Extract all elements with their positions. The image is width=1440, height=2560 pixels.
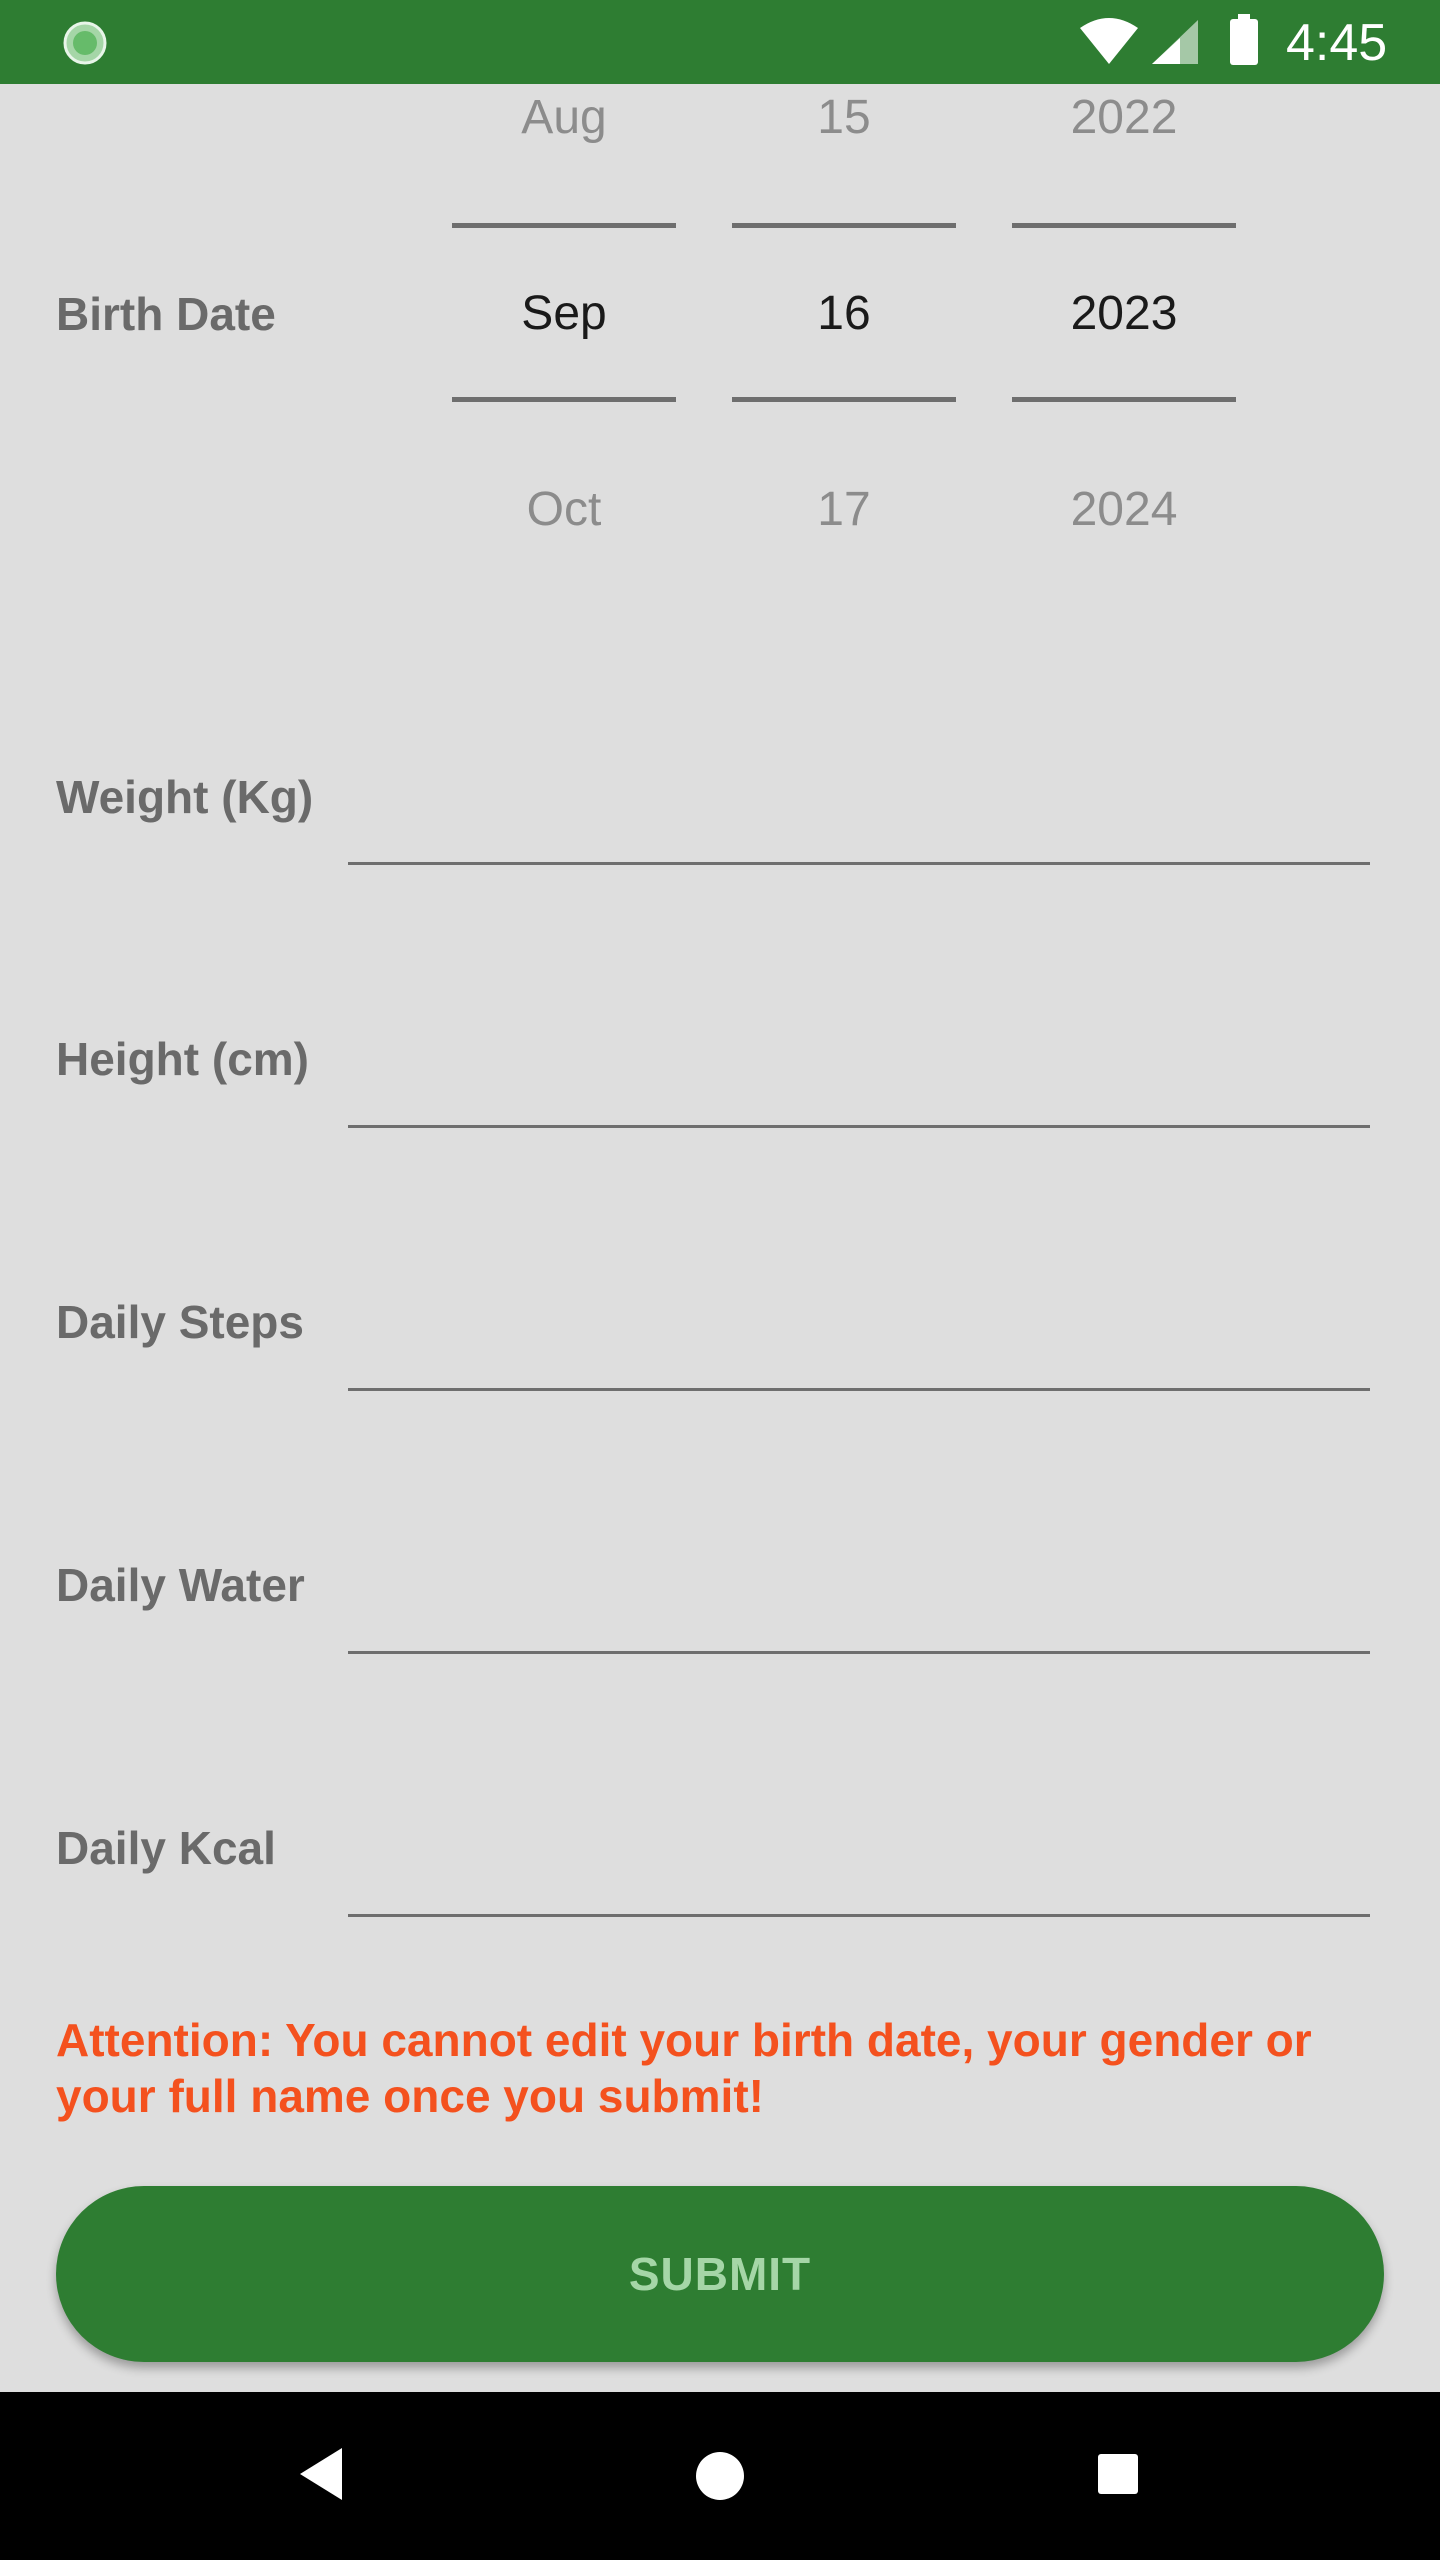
year-spinner[interactable]: 2022 2023 2024 [1012,84,1236,584]
year-selected[interactable]: 2023 [1012,286,1236,342]
daily-steps-input[interactable] [348,1307,1370,1387]
day-selected[interactable]: 16 [732,286,956,342]
year-divider-bottom [1012,397,1236,402]
year-divider-top [1012,223,1236,228]
day-spinner[interactable]: 15 16 17 [732,84,956,584]
month-divider-top [452,223,676,228]
month-prev[interactable]: Aug [452,90,676,146]
daily-kcal-label: Daily Kcal [56,1822,276,1874]
attention-warning: Attention: You cannot edit your birth da… [56,2014,1312,2122]
month-selected[interactable]: Sep [452,286,676,342]
height-input[interactable] [348,1044,1370,1124]
year-prev[interactable]: 2022 [1012,90,1236,146]
status-bar: 4:45 [0,0,1440,84]
month-next[interactable]: Oct [452,482,676,538]
daily-kcal-input[interactable] [348,1833,1370,1913]
back-icon[interactable] [296,2446,346,2502]
weight-label: Weight (Kg) [56,771,314,823]
daily-water-underline [348,1651,1370,1654]
wifi-icon [1080,18,1138,64]
cell-signal-icon [1152,20,1198,64]
birth-date-label: Birth Date [56,288,276,340]
submit-label: SUBMIT [628,2248,812,2300]
navigation-bar [0,2392,1440,2560]
recents-icon[interactable] [1096,2452,1140,2496]
daily-steps-label: Daily Steps [56,1296,304,1348]
height-underline [348,1125,1370,1128]
month-spinner[interactable]: Aug Sep Oct [452,84,676,584]
weight-underline [348,862,1370,865]
status-time: 4:45 [1286,14,1388,72]
home-icon[interactable] [694,2450,746,2502]
day-divider-bottom [732,397,956,402]
day-prev[interactable]: 15 [732,90,956,146]
daily-kcal-underline [348,1914,1370,1917]
battery-icon [1230,14,1258,65]
daily-water-input[interactable] [348,1570,1370,1650]
day-next[interactable]: 17 [732,482,956,538]
daily-water-label: Daily Water [56,1559,305,1611]
app-notification-icon [63,21,107,65]
daily-steps-underline [348,1388,1370,1391]
height-label: Height (cm) [56,1033,309,1085]
month-divider-bottom [452,397,676,402]
submit-button[interactable]: SUBMIT [56,2186,1384,2362]
weight-input[interactable] [348,782,1370,862]
year-next[interactable]: 2024 [1012,482,1236,538]
day-divider-top [732,223,956,228]
